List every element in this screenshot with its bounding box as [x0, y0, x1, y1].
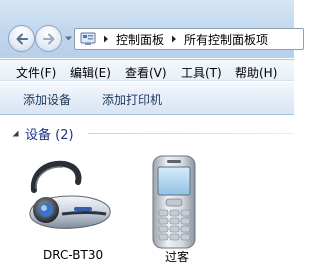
control-panel-icon	[80, 32, 96, 45]
bluetooth-headset-icon	[29, 160, 111, 229]
back-button[interactable]	[8, 25, 35, 52]
breadcrumb-chevron-icon[interactable]	[102, 35, 110, 43]
menu-help[interactable]: 帮助(H)	[235, 64, 277, 81]
command-bar: 添加设备 添加打印机	[0, 82, 294, 115]
group-divider	[88, 133, 294, 134]
forward-button[interactable]	[35, 25, 62, 52]
breadcrumb-all-items[interactable]: 所有控制面板项	[184, 31, 268, 48]
device-drc-bt30[interactable]	[22, 152, 122, 242]
forward-arrow-icon	[42, 33, 54, 44]
add-device-button[interactable]: 添加设备	[23, 91, 71, 108]
collapse-triangle-icon[interactable]	[12, 130, 19, 137]
title-bar: 控制面板 所有控制面板项	[0, 0, 304, 58]
breadcrumb-chevron-icon[interactable]	[170, 35, 178, 43]
device-label-guoke[interactable]: 过客	[165, 248, 189, 265]
recent-pages-dropdown-icon[interactable]	[64, 35, 73, 42]
devices-group-title: 设备 (2)	[25, 127, 74, 143]
devices-pane: 设备 (2) DRC-BT30 过客	[0, 116, 294, 276]
menu-tools[interactable]: 工具(T)	[181, 64, 222, 81]
back-arrow-icon	[16, 33, 28, 44]
mobile-phone-icon	[152, 155, 196, 249]
address-bar[interactable]: 控制面板 所有控制面板项	[74, 28, 304, 50]
menu-file[interactable]: 文件(F)	[16, 64, 56, 81]
device-guoke[interactable]	[145, 152, 205, 252]
breadcrumb-control-panel[interactable]: 控制面板	[116, 31, 164, 48]
menu-view[interactable]: 查看(V)	[125, 64, 167, 81]
add-printer-button[interactable]: 添加打印机	[102, 91, 162, 108]
menu-bar: 文件(F) 编辑(E) 查看(V) 工具(T) 帮助(H)	[0, 59, 294, 81]
device-label-drc-bt30[interactable]: DRC-BT30	[43, 248, 103, 262]
devices-group-header[interactable]: 设备 (2)	[12, 125, 74, 143]
menu-edit[interactable]: 编辑(E)	[70, 64, 111, 81]
